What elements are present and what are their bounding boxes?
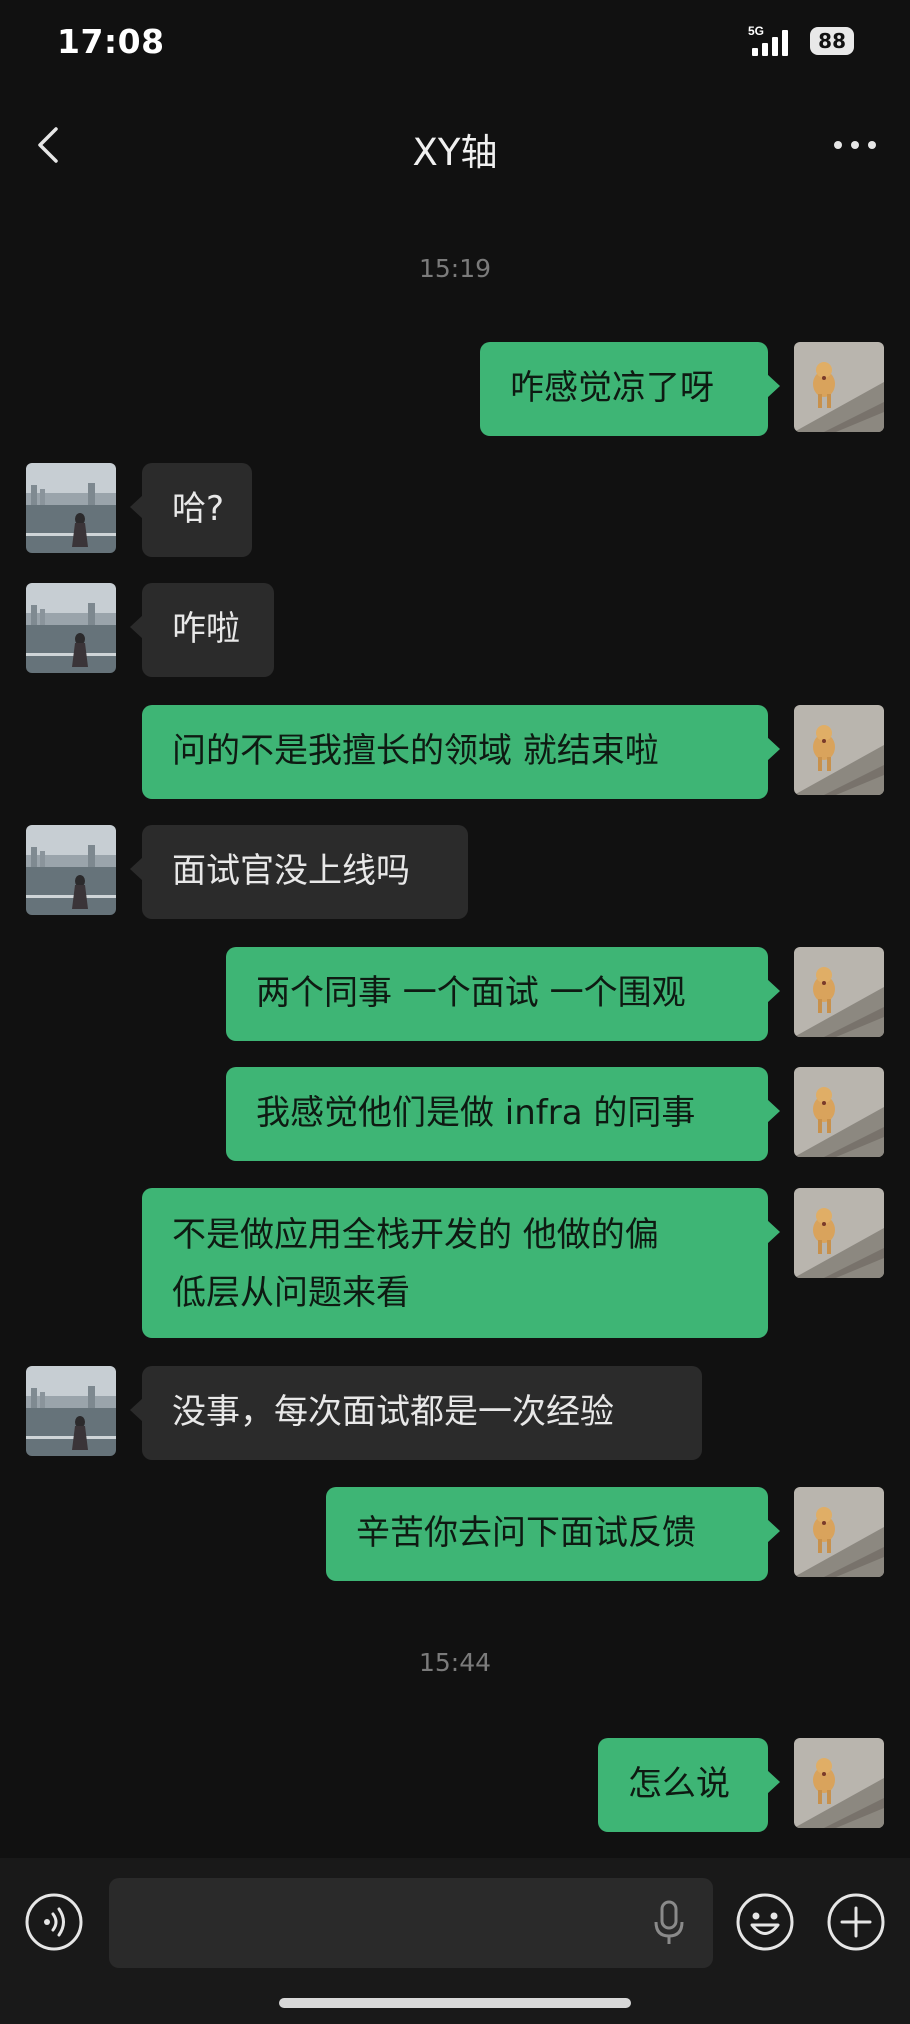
- message-text: 怎么说: [628, 1738, 738, 1831]
- my-avatar[interactable]: [794, 947, 884, 1037]
- message-line: 我感觉他们是做 infra 的同事: [256, 1093, 696, 1133]
- message-line: 低层从问题来看: [172, 1273, 410, 1313]
- message-text: 咋感觉凉了呀: [510, 342, 738, 435]
- message-bubble[interactable]: 哈?: [130, 463, 252, 557]
- mic-icon[interactable]: [652, 1900, 686, 1946]
- message-line: 怎么说: [628, 1764, 730, 1804]
- message-bubble[interactable]: 两个同事 一个面试 一个围观: [226, 947, 780, 1041]
- my-avatar[interactable]: [794, 1487, 884, 1577]
- emoji-icon[interactable]: [735, 1892, 795, 1952]
- message-line: 没事，每次面试都是一次经验: [172, 1392, 614, 1432]
- message-text: 哈?: [172, 463, 225, 556]
- message-text: 面试官没上线吗: [172, 825, 438, 918]
- voice-input-icon[interactable]: [24, 1892, 84, 1952]
- contact-avatar[interactable]: [26, 463, 116, 553]
- my-avatar[interactable]: [794, 1067, 884, 1157]
- message-bubble[interactable]: 不是做应用全栈开发的 他做的偏 低层从问题来看: [142, 1188, 780, 1340]
- my-avatar[interactable]: [794, 705, 884, 795]
- my-avatar[interactable]: [794, 1188, 884, 1278]
- battery-indicator: 88: [810, 27, 854, 55]
- message-text: 咋啦: [172, 583, 244, 676]
- message-bubble[interactable]: 怎么说: [598, 1738, 780, 1832]
- status-indicators: 5G 88: [748, 24, 854, 58]
- message-line: 辛苦你去问下面试反馈: [356, 1513, 696, 1553]
- status-time: 17:08: [57, 22, 165, 61]
- message-text: 辛苦你去问下面试反馈: [356, 1487, 738, 1580]
- message-text: 两个同事 一个面试 一个围观: [256, 947, 738, 1040]
- message-bubble[interactable]: 没事，每次面试都是一次经验: [130, 1366, 702, 1460]
- message-text: 没事，每次面试都是一次经验: [172, 1366, 672, 1459]
- nav-bar: XY轴: [0, 100, 910, 190]
- message-bubble[interactable]: 辛苦你去问下面试反馈: [326, 1487, 780, 1581]
- signal-icon: 5G: [748, 24, 789, 56]
- message-text: 我感觉他们是做 infra 的同事: [256, 1067, 738, 1160]
- more-icon[interactable]: [830, 125, 880, 165]
- contact-avatar[interactable]: [26, 825, 116, 915]
- contact-avatar[interactable]: [26, 1366, 116, 1456]
- chat-timestamp: 15:19: [418, 254, 492, 283]
- message-line: 哈?: [172, 489, 225, 529]
- network-label: 5G: [748, 24, 764, 38]
- chat-timestamp: 15:44: [418, 1648, 492, 1677]
- home-indicator: [279, 1998, 631, 2008]
- message-text: 问的不是我擅长的领域 就结束啦: [172, 705, 738, 798]
- message-bubble[interactable]: 咋感觉凉了呀: [480, 342, 780, 436]
- message-line: 面试官没上线吗: [172, 851, 410, 891]
- message-bubble[interactable]: 我感觉他们是做 infra 的同事: [226, 1067, 780, 1161]
- message-line: 不是做应用全栈开发的 他做的偏: [172, 1215, 659, 1255]
- message-line: 问的不是我擅长的领域 就结束啦: [172, 731, 659, 771]
- chat-title: XY轴: [412, 131, 498, 174]
- message-bubble[interactable]: 问的不是我擅长的领域 就结束啦: [142, 705, 780, 799]
- message-line: 两个同事 一个面试 一个围观: [256, 973, 686, 1013]
- message-text: 不是做应用全栈开发的 他做的偏 低层从问题来看: [172, 1188, 738, 1340]
- plus-icon[interactable]: [826, 1892, 886, 1952]
- message-line: 咋啦: [172, 609, 240, 649]
- message-bubble[interactable]: 咋啦: [130, 583, 274, 677]
- my-avatar[interactable]: [794, 342, 884, 432]
- message-input[interactable]: [109, 1878, 713, 1968]
- message-bubble[interactable]: 面试官没上线吗: [130, 825, 468, 919]
- status-bar: 17:08 5G 88: [0, 0, 910, 90]
- message-line: 咋感觉凉了呀: [510, 368, 714, 408]
- my-avatar[interactable]: [794, 1738, 884, 1828]
- contact-avatar[interactable]: [26, 583, 116, 673]
